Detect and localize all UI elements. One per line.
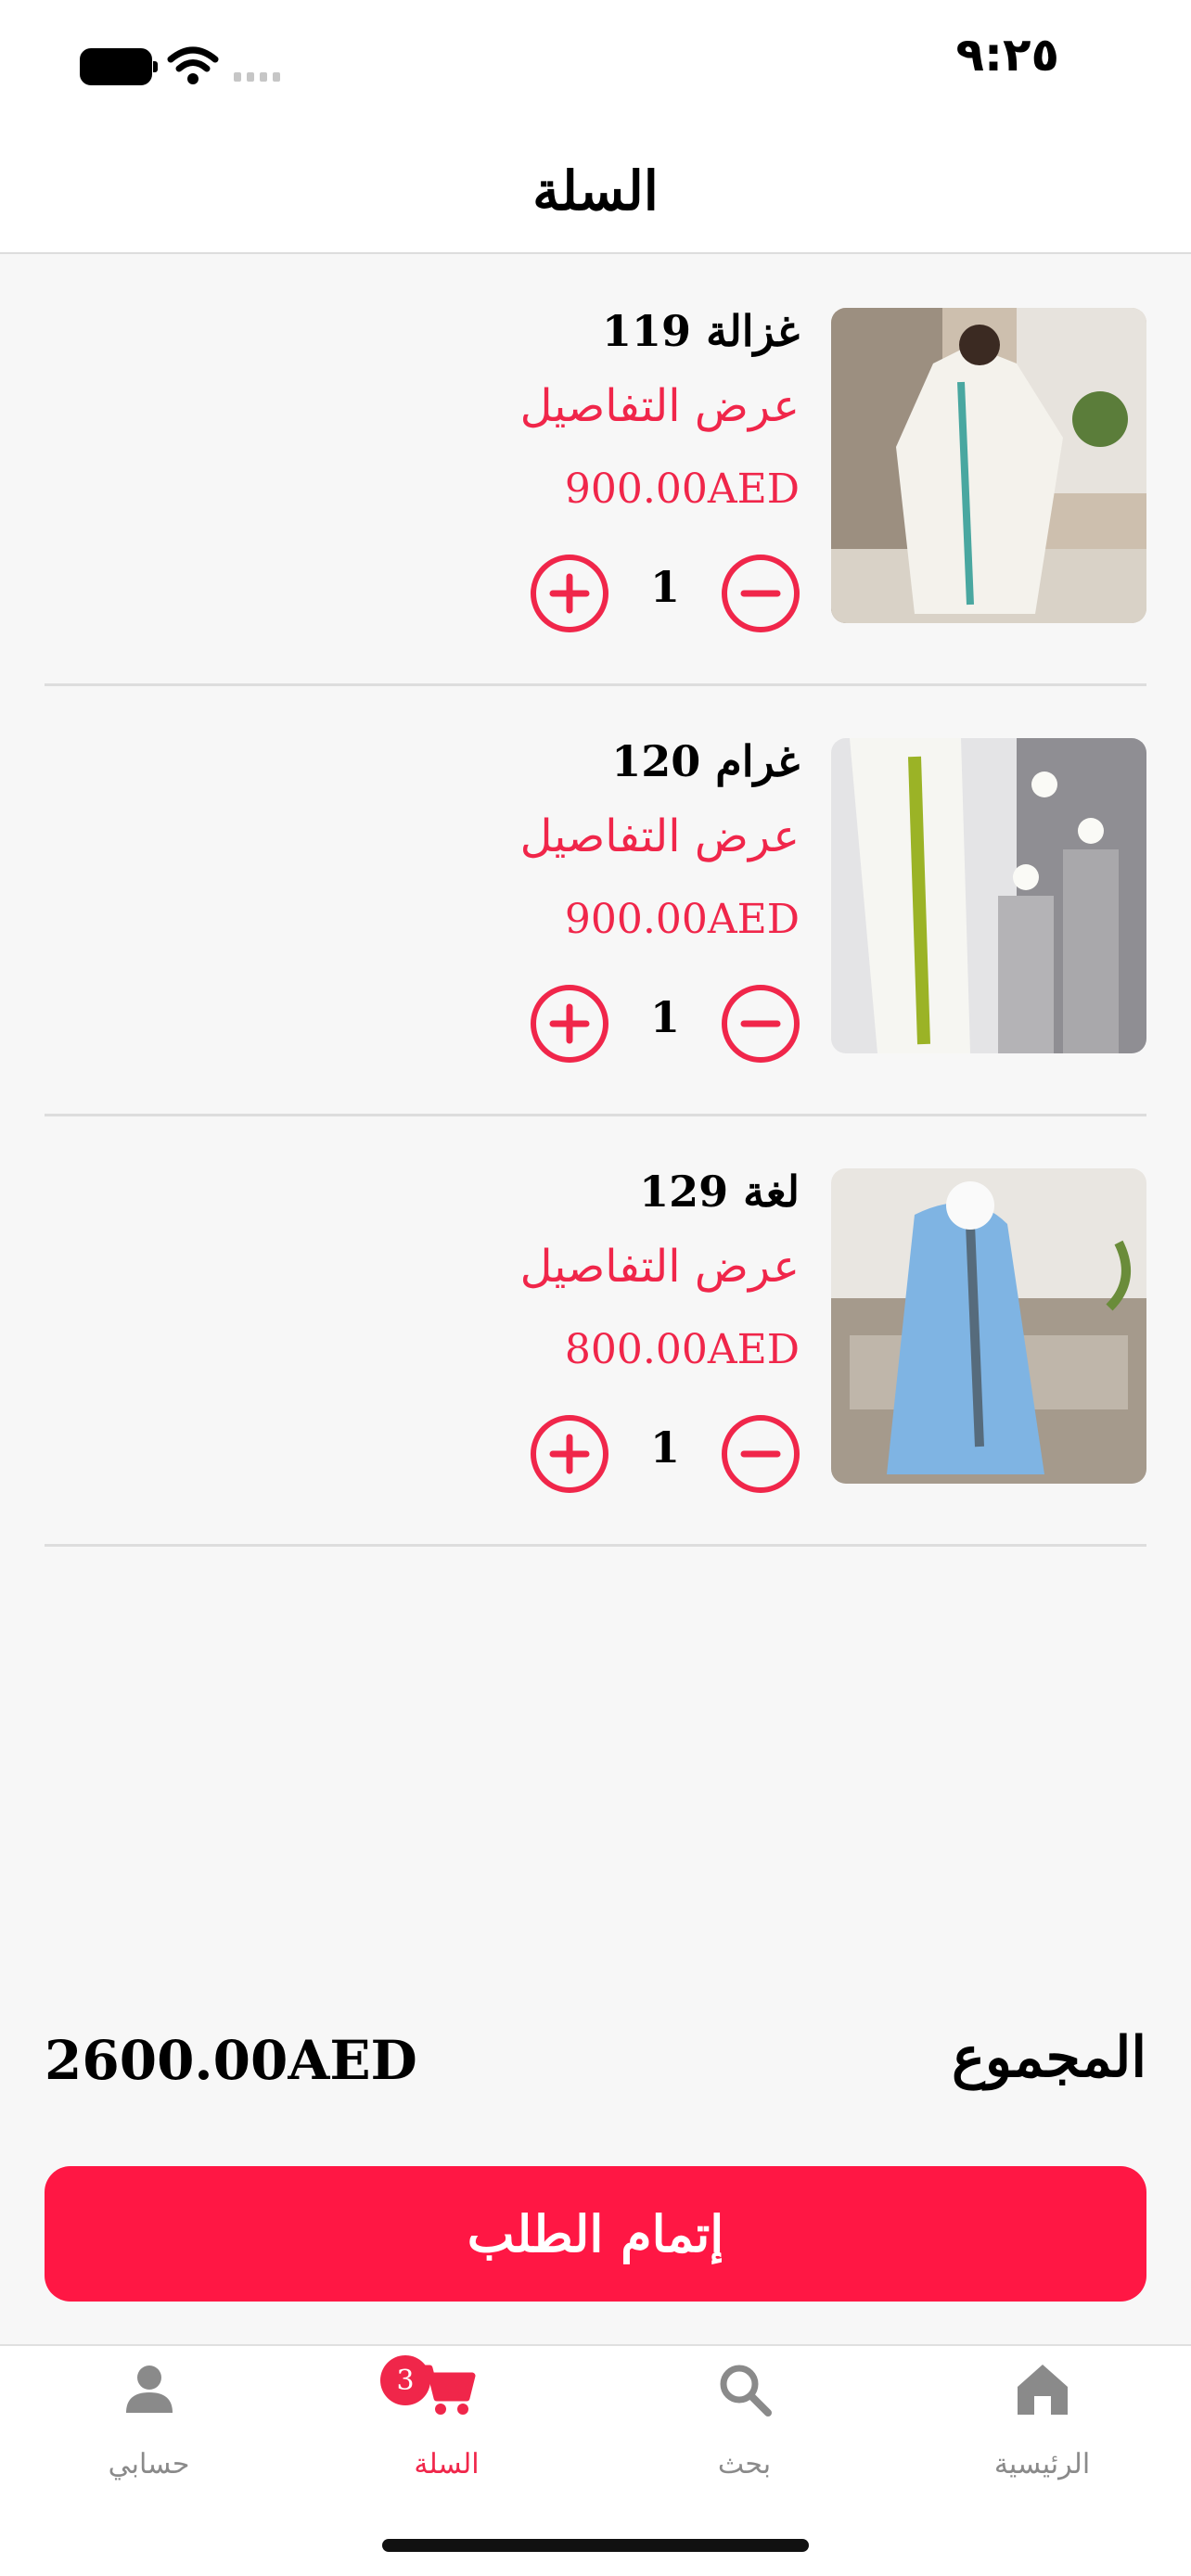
battery-icon: [80, 48, 158, 85]
status-bar: ٩:٢٥: [0, 0, 1191, 130]
product-name: لغة 129: [639, 1167, 800, 1217]
page-title: السلة: [532, 159, 659, 223]
increase-quantity-button[interactable]: [531, 1415, 608, 1493]
decrease-quantity-button[interactable]: [722, 985, 800, 1063]
tab-label: السلة: [414, 2448, 480, 2480]
plus-icon: [549, 573, 590, 614]
quantity-stepper: 1: [531, 985, 800, 1063]
quantity-value: 1: [649, 992, 680, 1042]
product-price: 800.00AED: [564, 1326, 800, 1373]
page-header: السلة: [0, 130, 1191, 254]
increase-quantity-button[interactable]: [531, 555, 608, 632]
product-image[interactable]: [831, 308, 1146, 623]
product-name: غرام 120: [611, 736, 800, 786]
tab-label: حسابي: [108, 2448, 190, 2480]
wifi-icon: [167, 46, 219, 84]
tab-account[interactable]: حسابي: [0, 2346, 298, 2494]
tab-cart[interactable]: السلة: [298, 2346, 596, 2494]
tab-label: بحث: [717, 2448, 772, 2480]
minus-icon: [740, 1020, 781, 1027]
quantity-stepper: 1: [531, 555, 800, 632]
increase-quantity-button[interactable]: [531, 985, 608, 1063]
plus-icon: [549, 1434, 590, 1474]
decrease-quantity-button[interactable]: [722, 1415, 800, 1493]
cart-count-badge: 3: [380, 2355, 430, 2405]
view-details-link[interactable]: عرض التفاصيل: [520, 380, 800, 432]
product-image[interactable]: [831, 1168, 1146, 1484]
cart-item: لغة 129 عرض التفاصيل 800.00AED 1: [45, 1116, 1146, 1547]
decrease-quantity-button[interactable]: [722, 555, 800, 632]
checkout-button[interactable]: إتمام الطلب: [45, 2166, 1146, 2302]
quantity-value: 1: [649, 562, 680, 612]
total-label: المجموع: [952, 2025, 1146, 2090]
status-time: ٩:٢٥: [955, 28, 1059, 82]
cart-item: غزالة 119 عرض التفاصيل 900.00AED 1: [45, 256, 1146, 686]
minus-icon: [740, 590, 781, 597]
product-price: 900.00AED: [564, 896, 800, 943]
product-name: غزالة 119: [602, 306, 800, 356]
view-details-link[interactable]: عرض التفاصيل: [520, 1241, 800, 1293]
tab-search[interactable]: بحث: [596, 2346, 893, 2494]
cart-item: غرام 120 عرض التفاصيل 900.00AED 1: [45, 686, 1146, 1116]
plus-icon: [549, 1003, 590, 1044]
cart-list: غزالة 119 عرض التفاصيل 900.00AED 1 غرام …: [0, 256, 1191, 1547]
quantity-value: 1: [649, 1422, 680, 1473]
cellular-signal-icon: [234, 72, 280, 82]
tab-label: الرئيسية: [993, 2448, 1091, 2480]
product-image[interactable]: [831, 738, 1146, 1053]
order-total: 2600.00AED المجموع: [45, 2021, 1146, 2105]
total-amount: 2600.00AED: [45, 2029, 417, 2092]
view-details-link[interactable]: عرض التفاصيل: [520, 810, 800, 862]
home-icon: [1017, 2365, 1068, 2415]
quantity-stepper: 1: [531, 1415, 800, 1493]
product-price: 900.00AED: [564, 465, 800, 513]
person-icon: [125, 2366, 173, 2413]
search-icon: [720, 2365, 772, 2417]
home-indicator[interactable]: [382, 2539, 809, 2552]
tab-home[interactable]: الرئيسية: [893, 2346, 1191, 2494]
minus-icon: [740, 1450, 781, 1458]
